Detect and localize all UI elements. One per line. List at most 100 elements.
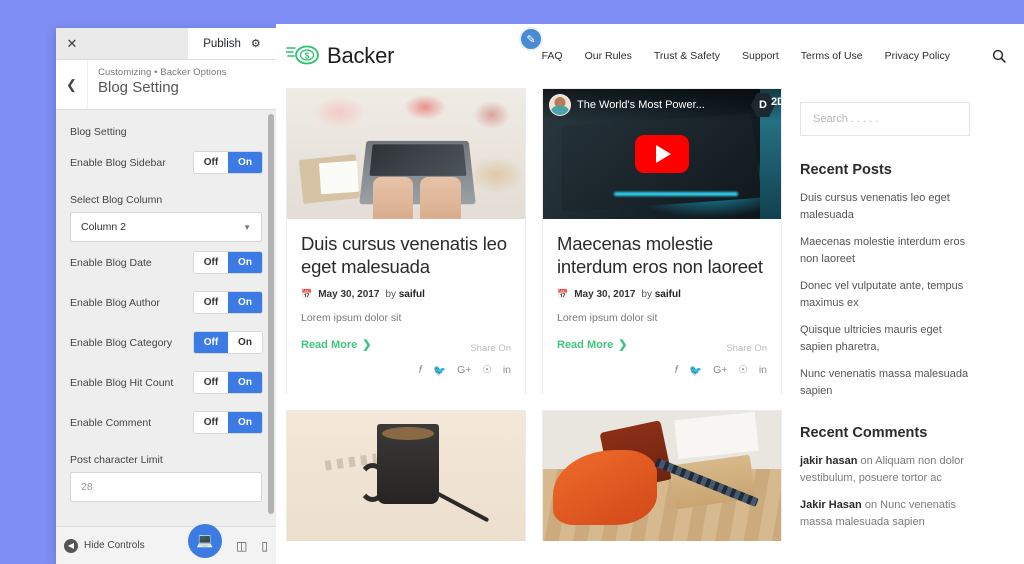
close-icon[interactable]: ✕ [56, 28, 88, 59]
post-card[interactable] [286, 409, 526, 541]
post-body: Duis cursus venenatis leo eget malesuada… [287, 219, 525, 393]
toggle-off[interactable]: Off [194, 252, 228, 273]
toggle-on[interactable]: On [228, 152, 262, 173]
facebook-icon[interactable]: 𝑓 [675, 364, 678, 377]
toggle-enable-blog-hit-count[interactable]: Off On [194, 372, 262, 393]
toggle-on[interactable]: On [228, 252, 262, 273]
toggle-on[interactable]: On [228, 412, 262, 433]
share-on-label: Share On [726, 343, 767, 355]
photo-detail [674, 411, 759, 459]
nav-item-privacy-policy[interactable]: Privacy Policy [885, 50, 950, 62]
breadcrumb: Customizing • Backer Options [98, 67, 227, 78]
recent-post-link[interactable]: Nunc venenatis massa malesuada sapien [800, 366, 970, 399]
toggle-off[interactable]: Off [194, 332, 228, 353]
toggle-enable-blog-date[interactable]: Off On [194, 252, 262, 273]
toggle-on[interactable]: On [228, 372, 262, 393]
recent-post-link[interactable]: Duis cursus venenatis leo eget malesuada [800, 190, 970, 223]
select-blog-column[interactable]: Column 2 ▼ [70, 212, 262, 242]
facebook-icon[interactable]: 𝑓 [419, 364, 422, 377]
comment-author[interactable]: jakir hasan [800, 455, 857, 467]
google-plus-icon[interactable]: G+ [457, 364, 471, 377]
post-card[interactable]: The World's Most Power... D 2D Maecenas … [542, 88, 782, 394]
recent-post-link[interactable]: Quisque ultricies mauris eget sapien pha… [800, 322, 970, 355]
share-section: Share On 𝑓 🐦 G+ ☉ in [419, 338, 511, 377]
chevron-right-icon: ❯ [362, 339, 372, 352]
hide-controls-label: Hide Controls [84, 540, 145, 551]
google-plus-icon[interactable]: G+ [713, 364, 727, 377]
recent-posts-title: Recent Posts [800, 162, 892, 178]
search-icon[interactable] [992, 49, 1006, 63]
site-logo[interactable]: $ Backer [286, 43, 394, 69]
customizer-panel: ✕ Publish ⚙ ❮ Customizing • Backer Optio… [56, 28, 276, 564]
post-title[interactable]: Maecenas molestie interdum eros non laor… [557, 233, 767, 278]
customizer-footer: ◀ Hide Controls 💻 ◫ ▯ [56, 523, 276, 564]
video-titlebar: The World's Most Power... D 2D [543, 89, 781, 121]
pencil-edit-icon[interactable]: ✎ [519, 27, 543, 51]
post-card[interactable]: Duis cursus venenatis leo eget malesuada… [286, 88, 526, 394]
photo-detail [420, 177, 461, 219]
author-name[interactable]: saiful [655, 289, 681, 300]
photo-detail [372, 177, 414, 219]
play-button-icon[interactable] [635, 135, 689, 173]
setting-enable-blog-category: Enable Blog Category Off On [70, 322, 262, 362]
youtube-embed[interactable]: The World's Most Power... D 2D [543, 89, 781, 219]
publish-button[interactable]: Publish ⚙ [188, 28, 276, 59]
search-input[interactable]: Search . . . . . [800, 102, 970, 136]
post-character-limit-input[interactable]: 28 [70, 472, 262, 502]
toggle-on[interactable]: On [228, 332, 262, 353]
desktop-icon[interactable]: 💻 [188, 523, 223, 558]
photo-content [287, 89, 525, 219]
read-more-link[interactable]: Read More ❯ [301, 338, 372, 352]
post-title[interactable]: Duis cursus venenatis leo eget malesuada [301, 233, 511, 278]
gear-icon[interactable]: ⚙ [251, 37, 261, 50]
avatar[interactable] [549, 94, 571, 116]
money-flying-icon: $ [286, 45, 319, 65]
toggle-enable-blog-sidebar[interactable]: Off On [194, 152, 262, 173]
post-card[interactable] [542, 409, 782, 541]
desk-flatlay-photo [287, 89, 525, 219]
toggle-on[interactable]: On [228, 292, 262, 313]
twitter-icon[interactable]: 🐦 [689, 364, 702, 377]
toggle-enable-comment[interactable]: Off On [194, 412, 262, 433]
setting-enable-blog-date: Enable Blog Date Off On [70, 242, 262, 282]
nav-item-faq[interactable]: FAQ [542, 50, 563, 62]
nav-item-trust-safety[interactable]: Trust & Safety [654, 50, 720, 62]
read-more-label: Read More [557, 338, 614, 351]
panel-scrollbar[interactable] [268, 114, 274, 514]
toggle-off[interactable]: Off [194, 412, 228, 433]
recent-post-link[interactable]: Donec vel vulputate ante, tempus maximus… [800, 278, 970, 311]
photo-detail [377, 423, 440, 505]
pinterest-icon[interactable]: ☉ [738, 364, 747, 377]
toggle-off[interactable]: Off [194, 372, 228, 393]
linkedin-icon[interactable]: in [503, 364, 511, 377]
toggle-off[interactable]: Off [194, 292, 228, 313]
read-more-link[interactable]: Read More ❯ [557, 338, 627, 352]
toggle-enable-blog-category[interactable]: Off On [194, 332, 262, 353]
recent-post-link[interactable]: Maecenas molestie interdum eros non laor… [800, 234, 970, 267]
nav-item-support[interactable]: Support [742, 50, 779, 62]
post-meta: 📅 May 30, 2017 by saiful [557, 289, 767, 300]
photo-detail [432, 489, 489, 523]
channel-logo-icon[interactable]: D 2D [751, 92, 781, 118]
toggle-off[interactable]: Off [194, 152, 228, 173]
tablet-icon[interactable]: ◫ [236, 539, 247, 553]
hide-controls-button[interactable]: ◀ Hide Controls [64, 538, 145, 553]
site-header: $ Backer FAQ Our Rules Trust & Safety Su… [276, 24, 1024, 88]
pinterest-icon[interactable]: ☉ [482, 364, 491, 377]
author-name[interactable]: saiful [399, 289, 425, 300]
video-title[interactable]: The World's Most Power... [577, 99, 745, 111]
mobile-icon[interactable]: ▯ [261, 539, 268, 553]
post-author: by saiful [641, 289, 680, 300]
share-icons: 𝑓 🐦 G+ ☉ in [419, 364, 511, 377]
chevron-left-icon[interactable]: ❮ [56, 60, 88, 109]
twitter-icon[interactable]: 🐦 [433, 364, 446, 377]
topbar-spacer [88, 28, 188, 59]
nav-item-our-rules[interactable]: Our Rules [585, 50, 632, 62]
comment-author[interactable]: Jakir Hasan [800, 499, 862, 511]
toggle-enable-blog-author[interactable]: Off On [194, 292, 262, 313]
nav-item-terms-of-use[interactable]: Terms of Use [801, 50, 863, 62]
post-body: Maecenas molestie interdum eros non laor… [543, 219, 781, 393]
coffee-mug-photo [287, 410, 525, 541]
video-player[interactable]: The World's Most Power... D 2D [543, 89, 781, 219]
linkedin-icon[interactable]: in [759, 364, 767, 377]
